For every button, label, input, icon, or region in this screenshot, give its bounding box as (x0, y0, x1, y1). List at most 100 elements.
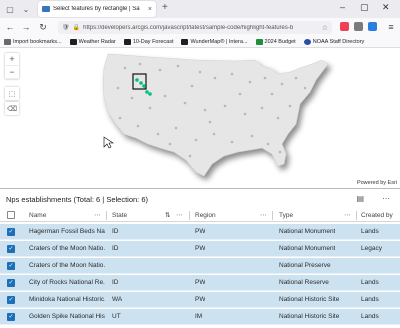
map-view[interactable]: + − ⬚ ⌫ Powered by Esri (0, 48, 400, 189)
feature-table-header: Nps establishments (Total: 6 | Selection… (0, 189, 400, 209)
zoom-control: + − (5, 53, 19, 79)
weather-icon (181, 38, 189, 45)
us-basemap (102, 53, 329, 177)
table-row[interactable]: ✓ Minidoka National Historic... WA PW Na… (0, 292, 400, 308)
noaa-icon (303, 38, 311, 45)
cell-created-by: Lands (361, 296, 379, 303)
map-attribution: Powered by Esri (353, 180, 400, 188)
active-tab[interactable]: Select features by rectangle | Sa × (38, 1, 156, 17)
column-header-created-by[interactable]: Created by (361, 209, 393, 221)
table-row[interactable]: ✓ Craters of the Moon Natio... National … (0, 258, 400, 274)
cell-state: ID (112, 279, 119, 286)
table-row[interactable]: ✓ City of Rocks National Re... ID PW Nat… (0, 275, 400, 291)
rectangle-select-icon: ⬚ (8, 90, 16, 98)
column-header-region[interactable]: Region (195, 209, 216, 221)
bookmark-weather-radar[interactable]: Weather Radar (69, 38, 116, 45)
column-menu-icon[interactable]: ⋯ (344, 209, 351, 221)
bookmarks-bar: Import bookmarks... Weather Radar 10-Day… (0, 36, 400, 48)
app-menu-icon[interactable]: ≡ (384, 22, 398, 32)
row-checkbox[interactable]: ✓ (7, 295, 15, 304)
bookmark-label: WunderMap® | Intera... (190, 38, 248, 45)
bookmark-label: 2024 Budget (264, 38, 296, 45)
cell-region: PW (195, 279, 206, 286)
new-tab-button[interactable]: + (162, 2, 168, 13)
feature-table-title: Nps establishments (Total: 6 | Selection… (6, 194, 149, 204)
column-menu-icon[interactable]: ⋯ (94, 209, 101, 221)
cell-state: ID (112, 228, 119, 235)
table-row[interactable]: ✓ Golden Spike National His... UT IM Nat… (0, 309, 400, 325)
table-row[interactable]: ✓ Hagerman Fossil Beds Nat... ID PW Nati… (0, 224, 400, 240)
bookmark-wundermap[interactable]: WunderMap® | Intera... (181, 38, 248, 45)
cell-created-by: Lands (361, 228, 379, 235)
download-icon[interactable] (354, 22, 363, 31)
maximize-icon[interactable]: ▢ (360, 2, 369, 13)
column-header-type[interactable]: Type (279, 209, 293, 221)
row-checkbox[interactable]: ✓ (7, 278, 15, 287)
column-header-state[interactable]: State (112, 209, 127, 221)
lock-icon: 🔒 (72, 25, 81, 31)
cell-type: National Historic Site (279, 313, 340, 320)
row-checkbox[interactable]: ✓ (7, 312, 15, 321)
shield-icon: 🛡 (62, 25, 70, 31)
cell-name: Craters of the Moon Natio... (29, 245, 105, 252)
cell-state: ID (112, 245, 119, 252)
address-bar[interactable]: 🛡 🔒 https://developers.arcgis.com/javasc… (58, 21, 332, 34)
table-options-icon[interactable]: ⋯ (382, 194, 390, 203)
forward-icon[interactable]: → (19, 22, 33, 32)
tab-list-icon[interactable]: ⌄ (19, 2, 33, 16)
cell-created-by: Lands (361, 313, 379, 320)
cell-region: PW (195, 245, 206, 252)
bookmark-label: NOAA Staff Directory (312, 38, 365, 45)
tab-overview-icon[interactable]: ▢ (3, 2, 17, 16)
column-menu-icon[interactable]: ⋯ (260, 209, 267, 221)
reload-icon[interactable]: ↻ (36, 22, 50, 33)
cell-region: PW (195, 296, 206, 303)
cell-type: National Historic Site (279, 296, 340, 303)
zoom-in-button[interactable]: + (5, 53, 19, 66)
table-header-row: Name ⋯ State ⇅ ⋯ Region ⋯ Type ⋯ Created… (0, 209, 400, 222)
cell-name: Craters of the Moon Natio... (29, 262, 105, 269)
sort-icon[interactable]: ⇅ (165, 209, 170, 221)
arcgis-favicon-icon (42, 6, 50, 12)
minimize-icon[interactable]: – (340, 2, 345, 12)
column-menu-icon[interactable]: ⋯ (176, 209, 183, 221)
mouse-cursor-icon (103, 136, 114, 149)
tab-strip: ▢ ⌄ Select features by rectangle | Sa × … (0, 0, 400, 18)
cell-region: PW (195, 228, 206, 235)
back-icon[interactable]: ← (3, 22, 17, 32)
bookmark-noaa[interactable]: NOAA Staff Directory (303, 38, 365, 45)
navigation-bar: ← → ↻ 🛡 🔒 https://developers.arcgis.com/… (0, 18, 400, 36)
cell-type: National Monument (279, 228, 336, 235)
extension-icon[interactable] (368, 22, 377, 31)
spreadsheet-icon (255, 38, 263, 45)
select-all-checkbox[interactable] (7, 211, 15, 219)
tab-title: Select features by rectangle | Sa (53, 6, 140, 12)
cell-state: UT (112, 313, 121, 320)
pocket-icon[interactable] (340, 22, 349, 31)
weather-icon (123, 38, 131, 45)
clear-selection-button[interactable]: ⌫ (5, 102, 19, 115)
bookmark-star-icon[interactable]: ☆ (322, 24, 328, 32)
cell-region: IM (195, 313, 203, 320)
cell-name: Hagerman Fossil Beds Nat... (29, 228, 105, 235)
tab-close-icon[interactable]: × (148, 6, 152, 13)
table-layout-icon[interactable]: ▤ (356, 194, 364, 203)
feature-table: Name ⋯ State ⇅ ⋯ Region ⋯ Type ⋯ Created… (0, 209, 400, 328)
cell-created-by: Lands (361, 279, 379, 286)
table-row[interactable]: ✓ Craters of the Moon Natio... ID PW Nat… (0, 241, 400, 257)
cell-name: Golden Spike National His... (29, 313, 105, 320)
cell-type: National Preserve (279, 262, 331, 269)
bookmark-import[interactable]: Import bookmarks... (4, 38, 62, 45)
row-checkbox[interactable]: ✓ (7, 261, 15, 270)
eraser-icon: ⌫ (7, 105, 17, 113)
column-header-name[interactable]: Name (29, 209, 46, 221)
close-window-icon[interactable]: ✕ (382, 2, 390, 13)
cell-created-by: Legacy (361, 245, 382, 252)
bookmark-2024-budget[interactable]: 2024 Budget (255, 38, 296, 45)
bookmark-10-day-forecast[interactable]: 10-Day Forecast (123, 38, 173, 45)
row-checkbox[interactable]: ✓ (7, 227, 15, 236)
row-checkbox[interactable]: ✓ (7, 244, 15, 253)
select-rectangle-button[interactable]: ⬚ (5, 87, 19, 100)
zoom-out-button[interactable]: − (5, 66, 19, 79)
united-states-shape (102, 53, 329, 177)
